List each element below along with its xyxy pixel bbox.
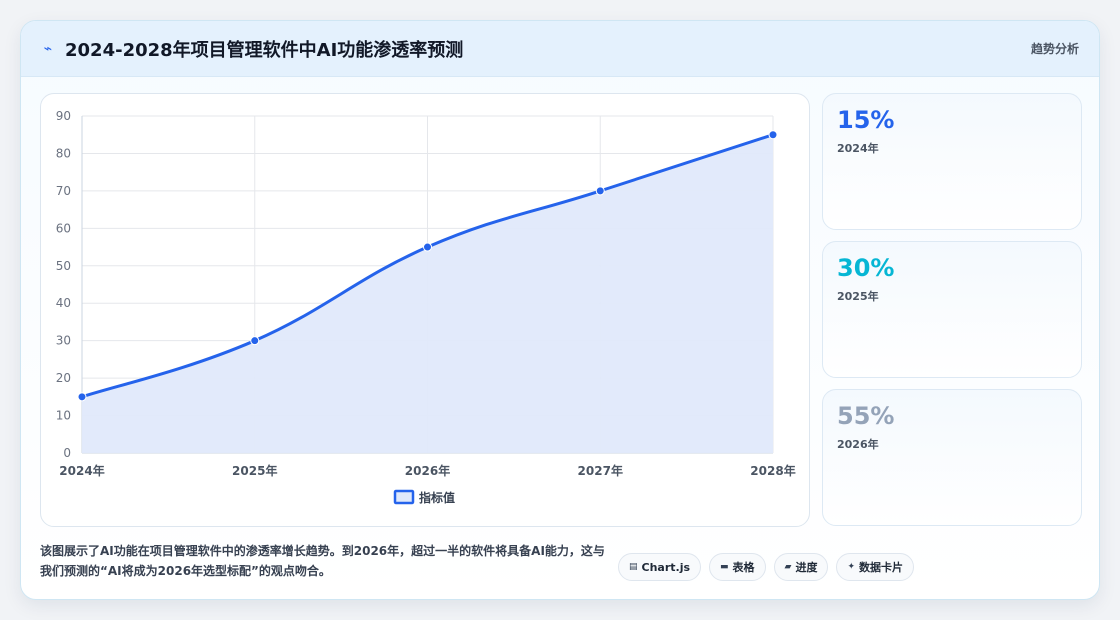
chart-icon: ▤ xyxy=(629,562,638,572)
chip-progress[interactable]: ▰ 进度 xyxy=(773,553,829,581)
y-tick-label: 90 xyxy=(56,109,71,123)
y-tick-label: 20 xyxy=(56,371,71,385)
chip-label: 表格 xyxy=(732,561,755,574)
stat-label: 2026年 xyxy=(837,438,879,451)
x-tick-label: 2028年 xyxy=(750,463,795,478)
stat-value: 15% xyxy=(837,106,895,134)
chip-label: 进度 xyxy=(795,561,818,574)
trend-line-icon: ⌁ xyxy=(43,40,53,57)
data-point xyxy=(423,242,432,252)
chip-data-cards[interactable]: ✦ 数据卡片 xyxy=(836,553,915,581)
chart-description: 该图展示了AI功能在项目管理软件中的渗透率增长趋势。到2026年，超过一半的软件… xyxy=(40,544,605,578)
sparkle-icon: ✦ xyxy=(847,562,856,572)
chip-label: 数据卡片 xyxy=(859,561,904,574)
stat-label: 2025年 xyxy=(837,290,879,303)
chip-chartjs[interactable]: ▤ Chart.js xyxy=(618,553,702,581)
card-header: ⌁ 2024-2028年项目管理软件中AI功能渗透率预测 趋势分析 xyxy=(21,21,1099,77)
chart-panel: 0 10 20 30 40 50 60 70 80 90 2024年 2025年 2026年 2027年 2… xyxy=(40,93,810,527)
data-point xyxy=(595,186,605,196)
legend-swatch xyxy=(393,489,415,505)
y-tick-label: 10 xyxy=(56,409,71,423)
stat-value: 30% xyxy=(837,254,895,282)
y-tick-label: 60 xyxy=(56,221,71,235)
x-tick-label: 2024年 xyxy=(59,463,104,478)
stat-card: 15% 2024年 xyxy=(822,93,1082,230)
data-point xyxy=(250,336,260,346)
data-point xyxy=(77,392,87,402)
y-tick-label: 30 xyxy=(56,334,71,348)
chip-label: Chart.js xyxy=(641,560,691,574)
table-icon: ▬ xyxy=(720,562,729,572)
chart-card: ⌁ 2024-2028年项目管理软件中AI功能渗透率预测 趋势分析 0 10 20 3… xyxy=(20,20,1100,600)
legend-label: 指标值 xyxy=(419,490,455,505)
stat-card: 30% 2025年 xyxy=(822,241,1082,378)
y-tick-label: 50 xyxy=(56,259,71,273)
y-tick-label: 80 xyxy=(56,146,71,160)
y-tick-label: 40 xyxy=(56,296,71,310)
chip-table[interactable]: ▬ 表格 xyxy=(709,553,766,581)
x-tick-label: 2026年 xyxy=(405,463,450,478)
stat-card: 55% 2026年 xyxy=(822,389,1082,526)
progress-icon: ▰ xyxy=(784,562,792,572)
data-point xyxy=(768,130,778,140)
stat-label: 2024年 xyxy=(837,142,879,155)
y-tick-label: 70 xyxy=(56,184,71,198)
stat-value: 55% xyxy=(837,402,895,430)
x-tick-label: 2027年 xyxy=(578,463,623,478)
y-tick-label: 0 xyxy=(63,446,71,460)
line-chart: 0 10 20 30 40 50 60 70 80 90 2024年 2025年 2026年 2027年 2… xyxy=(56,109,796,505)
feature-chips: ▤ Chart.js ▬ 表格 ▰ 进度 ✦ 数据卡片 xyxy=(618,553,915,581)
page-title: 2024-2028年项目管理软件中AI功能渗透率预测 xyxy=(65,39,464,61)
x-tick-label: 2025年 xyxy=(232,463,277,478)
trend-analysis-tag[interactable]: 趋势分析 xyxy=(1031,40,1079,57)
